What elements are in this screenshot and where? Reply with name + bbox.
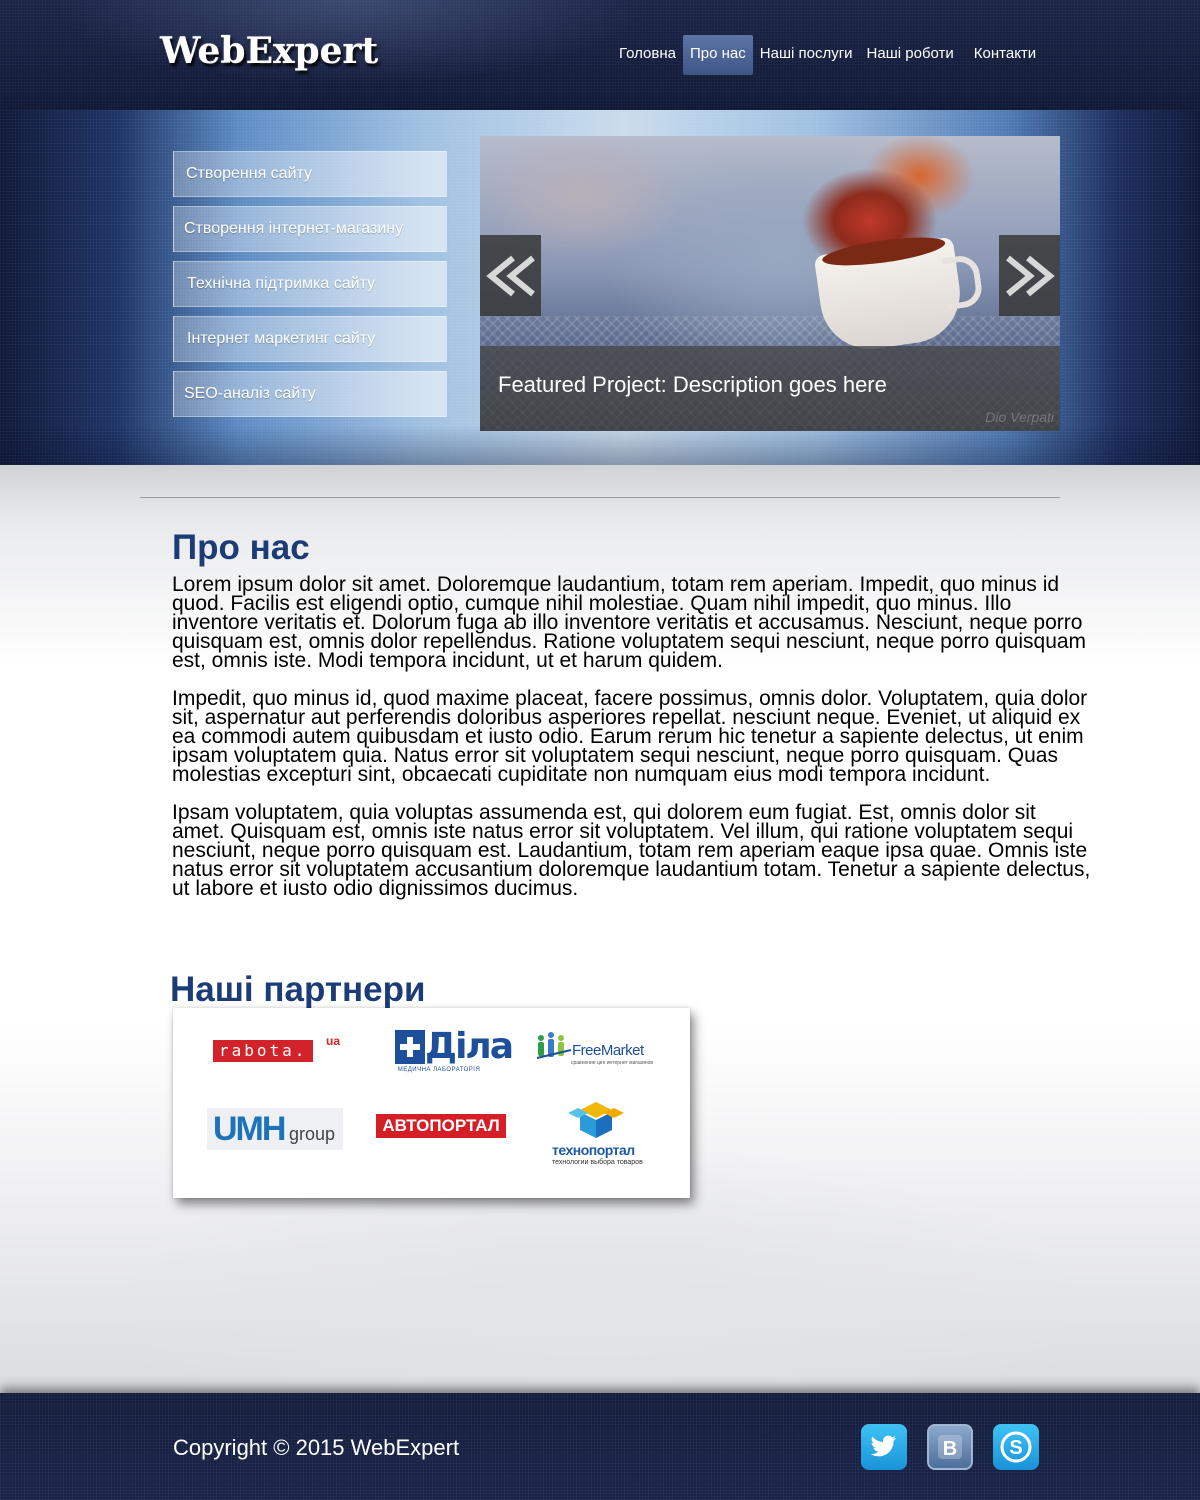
twitter-button[interactable] <box>861 1424 907 1470</box>
partner-logo-dila[interactable]: Діла МЕДИЧНА ЛАБОРАТОРІЯ <box>393 1026 514 1078</box>
nav-item-contacts[interactable]: Контакти <box>967 35 1043 75</box>
hero-band: Створення сайту Створення інтернет-магаз… <box>0 110 1200 465</box>
service-item-marketing[interactable]: Інтернет маркетинг сайту <box>173 316 447 362</box>
slider-next-button[interactable] <box>999 235 1060 316</box>
svg-text:S: S <box>1009 1437 1022 1459</box>
nav-item-works[interactable]: Наші роботи <box>860 35 961 75</box>
cube-logo-icon <box>568 1102 624 1138</box>
vk-button[interactable]: B <box>927 1424 973 1470</box>
technoportal-logo-subtitle: технологии выбора товаров <box>552 1159 643 1166</box>
about-text: Lorem ipsum dolor sit amet. Doloremque l… <box>172 573 1092 917</box>
partner-logo-umh[interactable]: UMH group <box>207 1108 343 1150</box>
skype-button[interactable]: S <box>993 1424 1039 1470</box>
main-nav: Головна Про нас Наші послуги Наші роботи… <box>612 35 1043 75</box>
freemarket-logo-subtitle: сравнение цен интернет магазинов <box>571 1060 654 1066</box>
image-slider[interactable]: Featured Project: Description goes here … <box>480 136 1060 431</box>
slider-caption-text: Featured Project: Description goes here <box>498 372 887 397</box>
dila-logo-subtitle: МЕДИЧНА ЛАБОРАТОРІЯ <box>397 1067 481 1073</box>
technoportal-logo-text: технопортал <box>552 1142 635 1158</box>
site-header: WebExpert Головна Про нас Наші послуги Н… <box>0 0 1200 110</box>
service-item-eshop[interactable]: Створення інтернет-магазину <box>173 206 447 252</box>
service-item-website[interactable]: Створення сайту <box>173 151 447 197</box>
people-figures-icon <box>536 1032 572 1059</box>
vk-icon: B <box>938 1435 962 1460</box>
partners-heading: Наші партнери <box>170 970 426 1009</box>
site-logo-text: WebExpert <box>160 30 379 72</box>
about-paragraph: Lorem ipsum dolor sit amet. Doloremque l… <box>172 573 1087 672</box>
service-item-seo[interactable]: SEO-аналіз сайту <box>173 371 447 417</box>
site-logo[interactable]: WebExpert <box>160 30 378 72</box>
partner-logo-technoportal[interactable]: технопортал технологии выбора товаров <box>548 1100 648 1168</box>
slider-prev-button[interactable] <box>480 235 541 316</box>
content-divider <box>140 497 1060 498</box>
umh-logo-group: group <box>289 1124 336 1144</box>
slider-watermark: Dio Verpati <box>985 409 1054 425</box>
nav-item-home[interactable]: Головна <box>612 35 683 75</box>
double-chevron-left-icon <box>485 255 535 296</box>
site-footer: Copyright © 2015 WebExpert B S <box>0 1393 1200 1500</box>
nav-item-about[interactable]: Про нас <box>683 35 753 75</box>
skype-icon: S <box>1000 1431 1032 1463</box>
partner-logo-freemarket[interactable]: FreeMarket сравнение цен интернет магази… <box>535 1028 655 1068</box>
dila-logo-text: Діла <box>425 1026 514 1067</box>
slider-caption: Featured Project: Description goes here <box>480 346 1060 431</box>
umh-logo-text: UMH <box>213 1110 286 1148</box>
rabota-logo-suffix: ua <box>326 1034 341 1048</box>
partner-logo-rabota[interactable]: rabota. ua <box>213 1034 340 1062</box>
about-paragraph: Ipsam voluptatem, quia voluptas assumend… <box>172 801 1091 900</box>
freemarket-logo-text: FreeMarket <box>572 1042 644 1059</box>
twitter-icon <box>870 1435 896 1457</box>
svg-text:B: B <box>943 1438 957 1460</box>
services-menu: Створення сайту Створення інтернет-магаз… <box>173 151 447 426</box>
partners-panel: rabota. ua Діла МЕДИЧНА ЛАБОРАТОРІЯ Free… <box>173 1008 690 1198</box>
partner-logo-autoportal[interactable]: АВТОПОРТАЛ <box>376 1114 506 1138</box>
service-item-support[interactable]: Технічна підтримка сайту <box>173 261 447 307</box>
rabota-logo-text: rabota. <box>213 1040 314 1062</box>
copyright-text: Copyright © 2015 WebExpert <box>173 1435 460 1460</box>
double-chevron-right-icon <box>1005 255 1055 296</box>
nav-item-services[interactable]: Наші послуги <box>753 35 860 75</box>
about-paragraph: Impedit, quo minus id, quod maxime place… <box>172 687 1088 786</box>
about-heading: Про нас <box>172 528 310 567</box>
